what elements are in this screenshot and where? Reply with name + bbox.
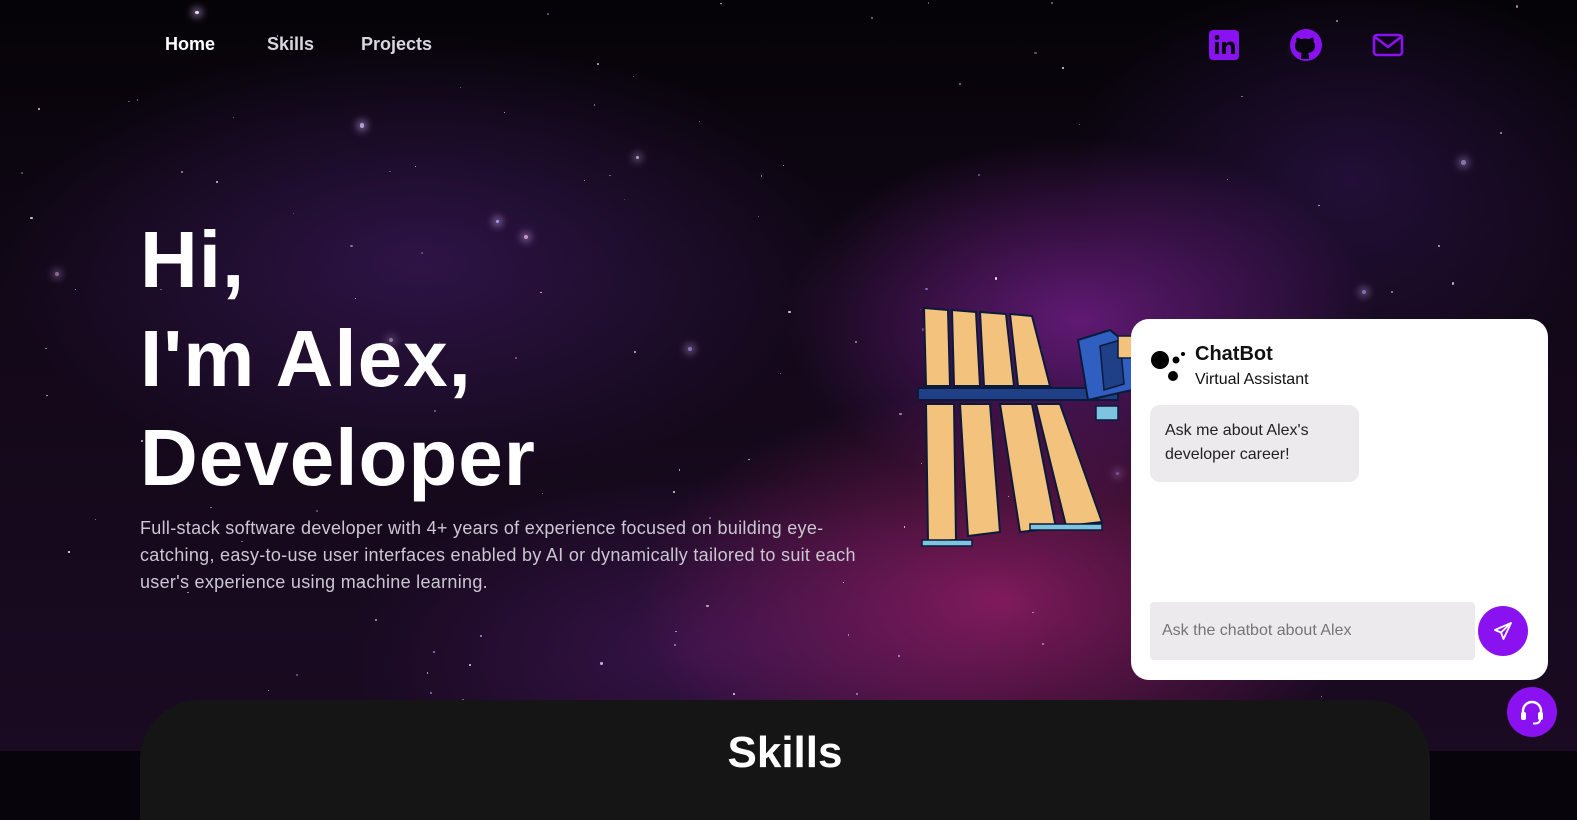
star-dot bbox=[389, 170, 391, 173]
star-dot bbox=[46, 394, 48, 397]
star-dot bbox=[788, 310, 791, 313]
star-dot bbox=[674, 644, 677, 647]
space-station-illustration bbox=[910, 300, 1140, 564]
star-dot bbox=[215, 180, 218, 183]
chatbot-logo-icon bbox=[1149, 347, 1189, 383]
hero-line-role: Developer bbox=[140, 413, 536, 502]
star-dot bbox=[675, 630, 677, 633]
star-dot bbox=[706, 604, 709, 608]
star-dot bbox=[748, 459, 750, 461]
star-dot bbox=[847, 634, 850, 636]
star-dot bbox=[267, 689, 269, 692]
star-dot bbox=[593, 104, 596, 106]
star-dot bbox=[903, 526, 906, 529]
star-dot bbox=[374, 618, 378, 622]
chatbot-name: ChatBot bbox=[1195, 343, 1273, 365]
star-dot bbox=[1390, 290, 1394, 294]
star-dot bbox=[429, 691, 432, 695]
chatbot-window: ChatBot Virtual Assistant Ask me about A… bbox=[1131, 319, 1548, 680]
star-dot bbox=[779, 372, 782, 375]
send-button[interactable] bbox=[1478, 606, 1528, 656]
star-dot bbox=[1226, 178, 1229, 181]
headset-icon bbox=[1521, 700, 1543, 725]
star-dot bbox=[994, 277, 997, 280]
star-dot bbox=[761, 175, 763, 177]
hero-line-greeting: Hi, bbox=[140, 215, 246, 304]
star-dot bbox=[542, 492, 544, 494]
star-dot bbox=[45, 347, 47, 350]
hero-description: Full-stack software developer with 4+ ye… bbox=[140, 518, 856, 592]
nav-skills-link[interactable]: Skills bbox=[267, 34, 314, 55]
star-dot bbox=[469, 664, 471, 666]
star-dot bbox=[1500, 132, 1503, 135]
star-dot bbox=[733, 693, 735, 695]
nav-home-link[interactable]: Home bbox=[165, 34, 215, 55]
star-dot bbox=[1451, 282, 1455, 285]
star-dot bbox=[782, 164, 784, 166]
star-dot bbox=[67, 551, 70, 554]
star-dot bbox=[898, 654, 901, 657]
star-dot bbox=[1318, 204, 1320, 206]
star-dot bbox=[1321, 696, 1323, 698]
star-dot bbox=[1438, 244, 1441, 248]
star-dot bbox=[609, 174, 611, 177]
top-nav: Home Skills Projects bbox=[0, 0, 1577, 90]
star-dot bbox=[977, 173, 980, 177]
chat-toggle-button[interactable] bbox=[1507, 687, 1557, 737]
star-dot bbox=[21, 171, 24, 174]
star-dot bbox=[181, 170, 184, 173]
star-dot bbox=[698, 120, 701, 122]
mail-icon[interactable] bbox=[1370, 27, 1406, 63]
star-dot bbox=[899, 413, 902, 416]
send-icon bbox=[1494, 622, 1512, 640]
star-dot bbox=[503, 111, 506, 114]
star-dot bbox=[758, 216, 760, 218]
star-dot bbox=[30, 216, 33, 220]
star-dot bbox=[55, 272, 60, 277]
star-dot bbox=[1460, 160, 1466, 165]
star-dot bbox=[673, 490, 676, 493]
star-dot bbox=[233, 117, 235, 119]
star-dot bbox=[600, 662, 603, 665]
star-dot bbox=[295, 674, 298, 677]
star-dot bbox=[414, 165, 417, 168]
star-dot bbox=[925, 287, 928, 290]
chat-input[interactable] bbox=[1150, 602, 1475, 660]
star-dot bbox=[95, 519, 97, 521]
star-dot bbox=[1042, 643, 1044, 645]
skills-section-title: Skills bbox=[727, 728, 843, 777]
star-dot bbox=[136, 99, 139, 101]
star-dot bbox=[74, 288, 76, 290]
linkedin-icon[interactable] bbox=[1206, 27, 1242, 63]
star-dot bbox=[479, 635, 482, 638]
hero-heading: Hi, I'm Alex, Developer bbox=[140, 210, 536, 507]
github-icon[interactable] bbox=[1288, 27, 1324, 63]
star-dot bbox=[1078, 123, 1081, 125]
star-dot bbox=[1361, 289, 1367, 295]
star-dot bbox=[432, 651, 435, 654]
star-dot bbox=[359, 122, 365, 128]
hero-line-name: I'm Alex, bbox=[140, 314, 472, 403]
star-dot bbox=[624, 198, 626, 200]
star-dot bbox=[128, 100, 130, 103]
star-dot bbox=[1241, 95, 1243, 98]
star-dot bbox=[540, 291, 542, 294]
star-dot bbox=[584, 179, 586, 182]
star-dot bbox=[854, 341, 857, 344]
star-dot bbox=[316, 509, 319, 512]
star-dot bbox=[678, 469, 681, 471]
chat-message-bubble: Ask me about Alex's developer career! bbox=[1150, 405, 1359, 482]
star-dot bbox=[635, 156, 639, 160]
star-dot bbox=[38, 108, 40, 110]
chatbot-subtitle: Virtual Assistant bbox=[1195, 371, 1309, 388]
skills-section: Skills bbox=[140, 700, 1430, 820]
star-dot bbox=[426, 672, 429, 674]
star-dot bbox=[1032, 611, 1034, 614]
star-dot bbox=[688, 347, 692, 351]
star-dot bbox=[633, 350, 637, 354]
nav-projects-link[interactable]: Projects bbox=[361, 34, 432, 55]
star-dot bbox=[855, 692, 859, 696]
